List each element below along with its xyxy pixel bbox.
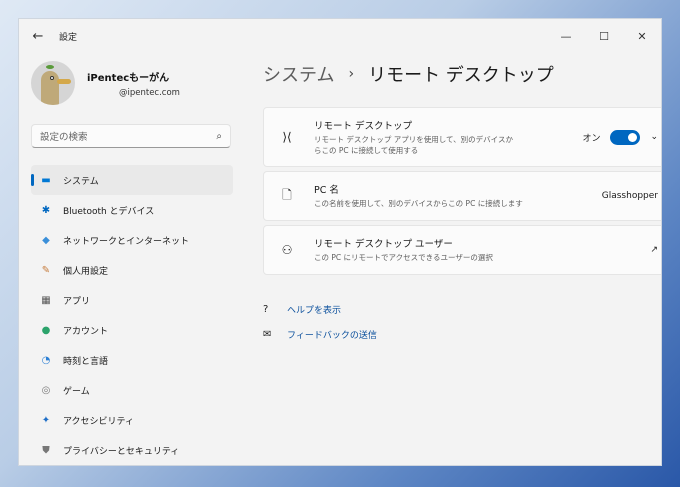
remote-desktop-toggle[interactable] (610, 129, 641, 145)
user-profile[interactable]: iPentecもーがん @ipentec.com (31, 61, 180, 105)
feedback-link[interactable]: ✉ フィードバックの送信 (263, 322, 661, 347)
sidebar-item-label: アカウント (63, 326, 109, 337)
pc-info-icon: 🗋 (282, 187, 292, 202)
users-check-icon: ⚇ (281, 243, 293, 257)
sidebar-item-label: プライバシーとセキュリティ (63, 446, 180, 457)
user-email: @ipentec.com (119, 87, 180, 98)
search-placeholder: 設定の検索 (40, 132, 88, 143)
sidebar-item-label: 時刻と言語 (63, 356, 109, 367)
sidebar-item-1[interactable]: ✱ Bluetooth とデバイス (31, 195, 233, 225)
breadcrumb-parent[interactable]: システム (263, 61, 334, 87)
sidebar-item-label: システム (63, 176, 99, 187)
nav-icon: ▬ (41, 174, 51, 186)
sidebar-nav: ▬ システム ✱ Bluetooth とデバイス ◆ ネットワークとインターネット ✎ 個人用… (31, 165, 233, 465)
feedback-icon: ✉ (263, 329, 272, 340)
sidebar-item-label: ゲーム (63, 386, 90, 397)
breadcrumb-separator: › (348, 66, 355, 82)
search-icon: ⌕ (216, 130, 222, 142)
remote-desktop-card[interactable]: ⟩⟨ リモート デスクトップ リモート デスクトップ アプリを使用して、別のデバ… (263, 107, 661, 167)
card-title: リモート デスクトップ (314, 121, 413, 132)
card-title: PC 名 (314, 185, 339, 197)
user-name: iPentecもーがん (87, 72, 170, 84)
feedback-label: フィードバックの送信 (287, 331, 377, 341)
maximize-button[interactable]: ☐ (585, 30, 623, 43)
help-icon: ? (263, 304, 269, 315)
sidebar-item-7[interactable]: ◎ ゲーム (31, 375, 233, 405)
card-description: この PC にリモートでアクセスできるユーザーの選択 (314, 253, 493, 263)
nav-icon: ◆ (42, 234, 50, 246)
help-label: ヘルプを表示 (287, 306, 342, 316)
search-input[interactable]: 設定の検索 ⌕ (31, 124, 231, 148)
sidebar-item-0[interactable]: ▬ システム (31, 165, 233, 195)
toggle-state-label: オン (582, 133, 601, 144)
chevron-down-icon[interactable]: ⌄ (650, 132, 658, 142)
page-title: リモート デスクトップ (368, 65, 554, 86)
avatar (31, 61, 75, 105)
sidebar-item-3[interactable]: ✎ 個人用設定 (31, 255, 233, 285)
close-button[interactable]: ✕ (623, 30, 661, 43)
breadcrumb: システム › リモート デスクトップ (263, 59, 661, 89)
sidebar-item-8[interactable]: ✦ アクセシビリティ (31, 405, 233, 435)
sidebar-item-9[interactable]: ⛊ プライバシーとセキュリティ (31, 435, 233, 465)
settings-window: ← 設定 — ☐ ✕ iPentecもーがん @ipentec.com 設定の検… (18, 18, 662, 466)
card-description: リモート デスクトップ アプリを使用して、別のデバイスからこの PC に接続して… (314, 135, 513, 155)
sidebar-item-label: 個人用設定 (63, 266, 109, 277)
nav-icon: ▦ (41, 294, 51, 306)
nav-icon: ✦ (41, 414, 51, 426)
sidebar-item-5[interactable]: ● アカウント (31, 315, 233, 345)
card-description: この名前を使用して、別のデバイスからこの PC に接続します (314, 199, 523, 209)
nav-icon: ◔ (41, 354, 51, 366)
help-link[interactable]: ? ヘルプを表示 (263, 297, 661, 322)
sidebar-item-label: Bluetooth とデバイス (63, 206, 155, 217)
main-content: システム › リモート デスクトップ ⟩⟨ リモート デスクトップ リモート デ… (263, 59, 661, 347)
sidebar-item-label: アクセシビリティ (63, 416, 135, 427)
nav-icon: ✱ (41, 204, 51, 216)
nav-icon: ● (41, 324, 51, 336)
back-button[interactable]: ← (23, 29, 53, 44)
sidebar-item-label: ネットワークとインターネット (63, 236, 190, 247)
minimize-button[interactable]: — (547, 30, 585, 43)
sidebar-item-label: アプリ (63, 296, 91, 307)
window-title: 設定 (59, 32, 78, 43)
pc-name-value: Glasshopper (601, 191, 658, 201)
sidebar-item-2[interactable]: ◆ ネットワークとインターネット (31, 225, 233, 255)
sidebar-item-4[interactable]: ▦ アプリ (31, 285, 233, 315)
pc-name-card: 🗋 PC 名 この名前を使用して、別のデバイスからこの PC に接続します Gl… (263, 171, 661, 221)
sidebar-item-6[interactable]: ◔ 時刻と言語 (31, 345, 233, 375)
remote-desktop-icon: ⟩⟨ (282, 130, 292, 144)
remote-desktop-users-card[interactable]: ⚇ リモート デスクトップ ユーザー この PC にリモートでアクセスできるユー… (263, 225, 661, 275)
nav-icon: ◎ (41, 384, 51, 396)
card-title: リモート デスクトップ ユーザー (314, 239, 453, 251)
nav-icon: ⛊ (42, 444, 50, 456)
external-link-icon[interactable]: ↗ (650, 245, 658, 255)
nav-icon: ✎ (41, 264, 51, 276)
title-bar: ← 設定 — ☐ ✕ (19, 19, 661, 53)
